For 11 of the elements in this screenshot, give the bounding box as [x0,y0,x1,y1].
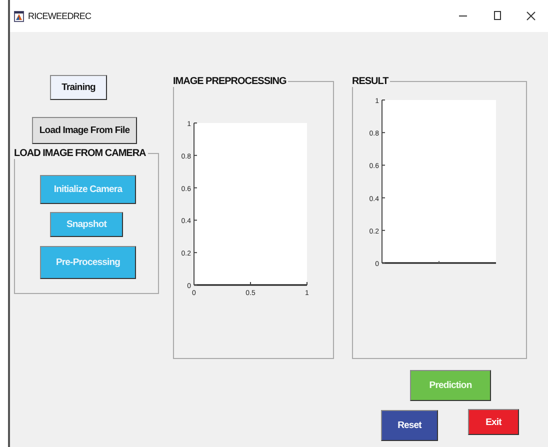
panel-title: IMAGE PREPROCESSING [173,76,288,87]
window-title: RICEWEEDREC [28,11,92,21]
reset-button[interactable]: Reset [381,410,438,441]
panel-title: RESULT [352,76,390,87]
load-file-button[interactable]: Load Image From File [32,117,137,144]
app-icon [14,10,24,22]
exit-button[interactable]: Exit [468,409,519,435]
panel-title: LOAD IMAGE FROM CAMERA [14,148,147,159]
close-icon [526,11,536,21]
maximize-icon [492,11,502,21]
training-button[interactable]: Training [50,75,107,100]
